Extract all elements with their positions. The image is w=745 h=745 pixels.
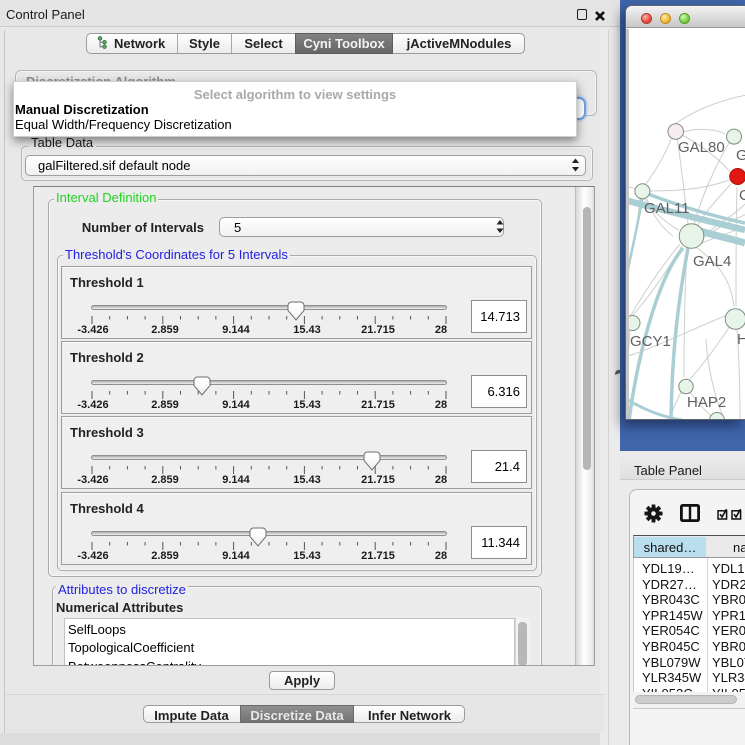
svg-text:HA: HA	[737, 331, 745, 348]
svg-text:GCY1: GCY1	[630, 333, 671, 350]
svg-text:GAL80: GAL80	[678, 139, 725, 156]
svg-text:GAL4: GAL4	[693, 253, 731, 270]
svg-text:C: C	[739, 187, 745, 204]
svg-text:HAP2: HAP2	[687, 394, 726, 411]
svg-text:GAL: GAL	[736, 147, 745, 164]
svg-text:GAL11: GAL11	[644, 200, 690, 217]
